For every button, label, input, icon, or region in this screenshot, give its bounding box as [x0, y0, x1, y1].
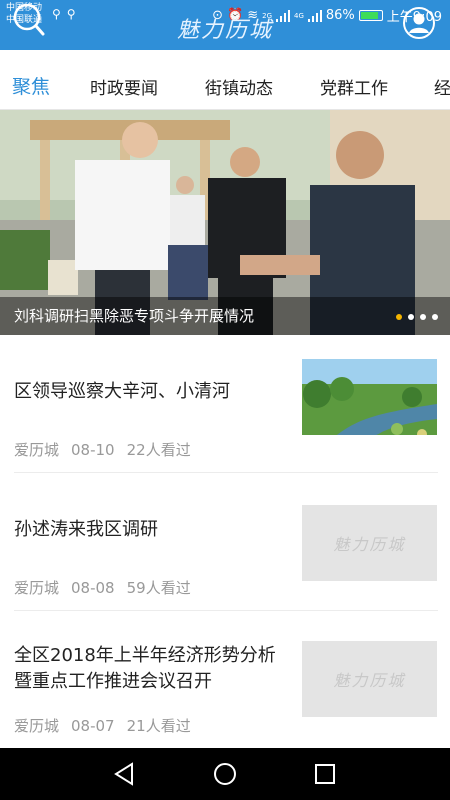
search-icon: [13, 3, 45, 36]
user-button[interactable]: [402, 6, 436, 40]
news-date: 08-07: [71, 717, 115, 735]
back-triangle-icon[interactable]: [110, 760, 138, 788]
thumbnail-placeholder-logo: 魅力历城: [333, 671, 406, 690]
news-date: 08-08: [71, 579, 115, 597]
river-photo: [302, 359, 437, 435]
thumbnail-placeholder-logo: 魅力历城: [333, 535, 406, 554]
carousel-dot-1[interactable]: [396, 314, 402, 320]
news-item[interactable]: 孙述涛来我区调研 爱历城 08-08 59人看过 魅力历城: [0, 473, 450, 611]
news-source: 爱历城: [14, 441, 60, 459]
carousel-indicator: [396, 314, 438, 320]
news-title: 区领导巡察大辛河、小清河: [14, 381, 230, 402]
tab-economy[interactable]: 经: [434, 74, 450, 99]
news-date: 08-10: [71, 441, 115, 459]
news-source: 爱历城: [14, 717, 60, 735]
news-item[interactable]: 区领导巡察大辛河、小清河 爱历城 08-10 22人看过: [0, 335, 450, 473]
carousel-dot-3[interactable]: [420, 314, 426, 320]
news-meta: 爱历城 08-10 22人看过: [14, 439, 203, 460]
search-button[interactable]: [12, 3, 46, 38]
news-thumbnail: [302, 359, 437, 435]
carousel-dot-4[interactable]: [432, 314, 438, 320]
news-title: 孙述涛来我区调研: [14, 519, 158, 540]
news-views: 59人看过: [126, 579, 191, 597]
banner-caption: 刘科调研扫黑除恶专项斗争开展情况: [14, 307, 255, 325]
user-icon: [403, 7, 435, 39]
recents-square-icon[interactable]: [311, 760, 339, 788]
news-source: 爱历城: [14, 579, 60, 597]
news-views: 22人看过: [126, 441, 191, 459]
news-views: 21人看过: [126, 717, 191, 735]
carousel-dot-2[interactable]: [408, 314, 414, 320]
tab-focus[interactable]: 聚焦: [12, 72, 50, 99]
news-thumbnail: 魅力历城: [302, 641, 437, 717]
home-circle-icon[interactable]: [211, 760, 239, 788]
news-meta: 爱历城 08-07 21人看过: [14, 715, 203, 736]
tab-politics[interactable]: 时政要闻: [90, 74, 158, 99]
signal-2-icon: [307, 9, 322, 22]
tab-street-news[interactable]: 街镇动态: [205, 74, 273, 99]
news-thumbnail: 魅力历城: [302, 505, 437, 581]
battery-icon: [358, 10, 383, 21]
usb-icon: ⚲⚲: [52, 7, 82, 21]
channel-tabs: 聚焦 时政要闻 街镇动态 党群工作 经: [0, 60, 450, 110]
tab-party-work[interactable]: 党群工作: [320, 74, 388, 99]
app-logo: 魅力历城: [176, 18, 273, 43]
news-item[interactable]: 全区2018年上半年经济形势分析暨重点工作推进会议召开 爱历城 08-07 21人看…: [0, 611, 450, 749]
news-meta: 爱历城 08-08 59人看过: [14, 577, 203, 598]
net-type-2: 4G: [294, 11, 304, 20]
battery-percent: 86%: [325, 8, 355, 23]
system-nav-bar: [0, 748, 450, 800]
featured-banner[interactable]: 刘科调研扫黑除恶专项斗争开展情况: [0, 110, 450, 335]
news-title: 全区2018年上半年经济形势分析暨重点工作推进会议召开: [14, 645, 276, 692]
